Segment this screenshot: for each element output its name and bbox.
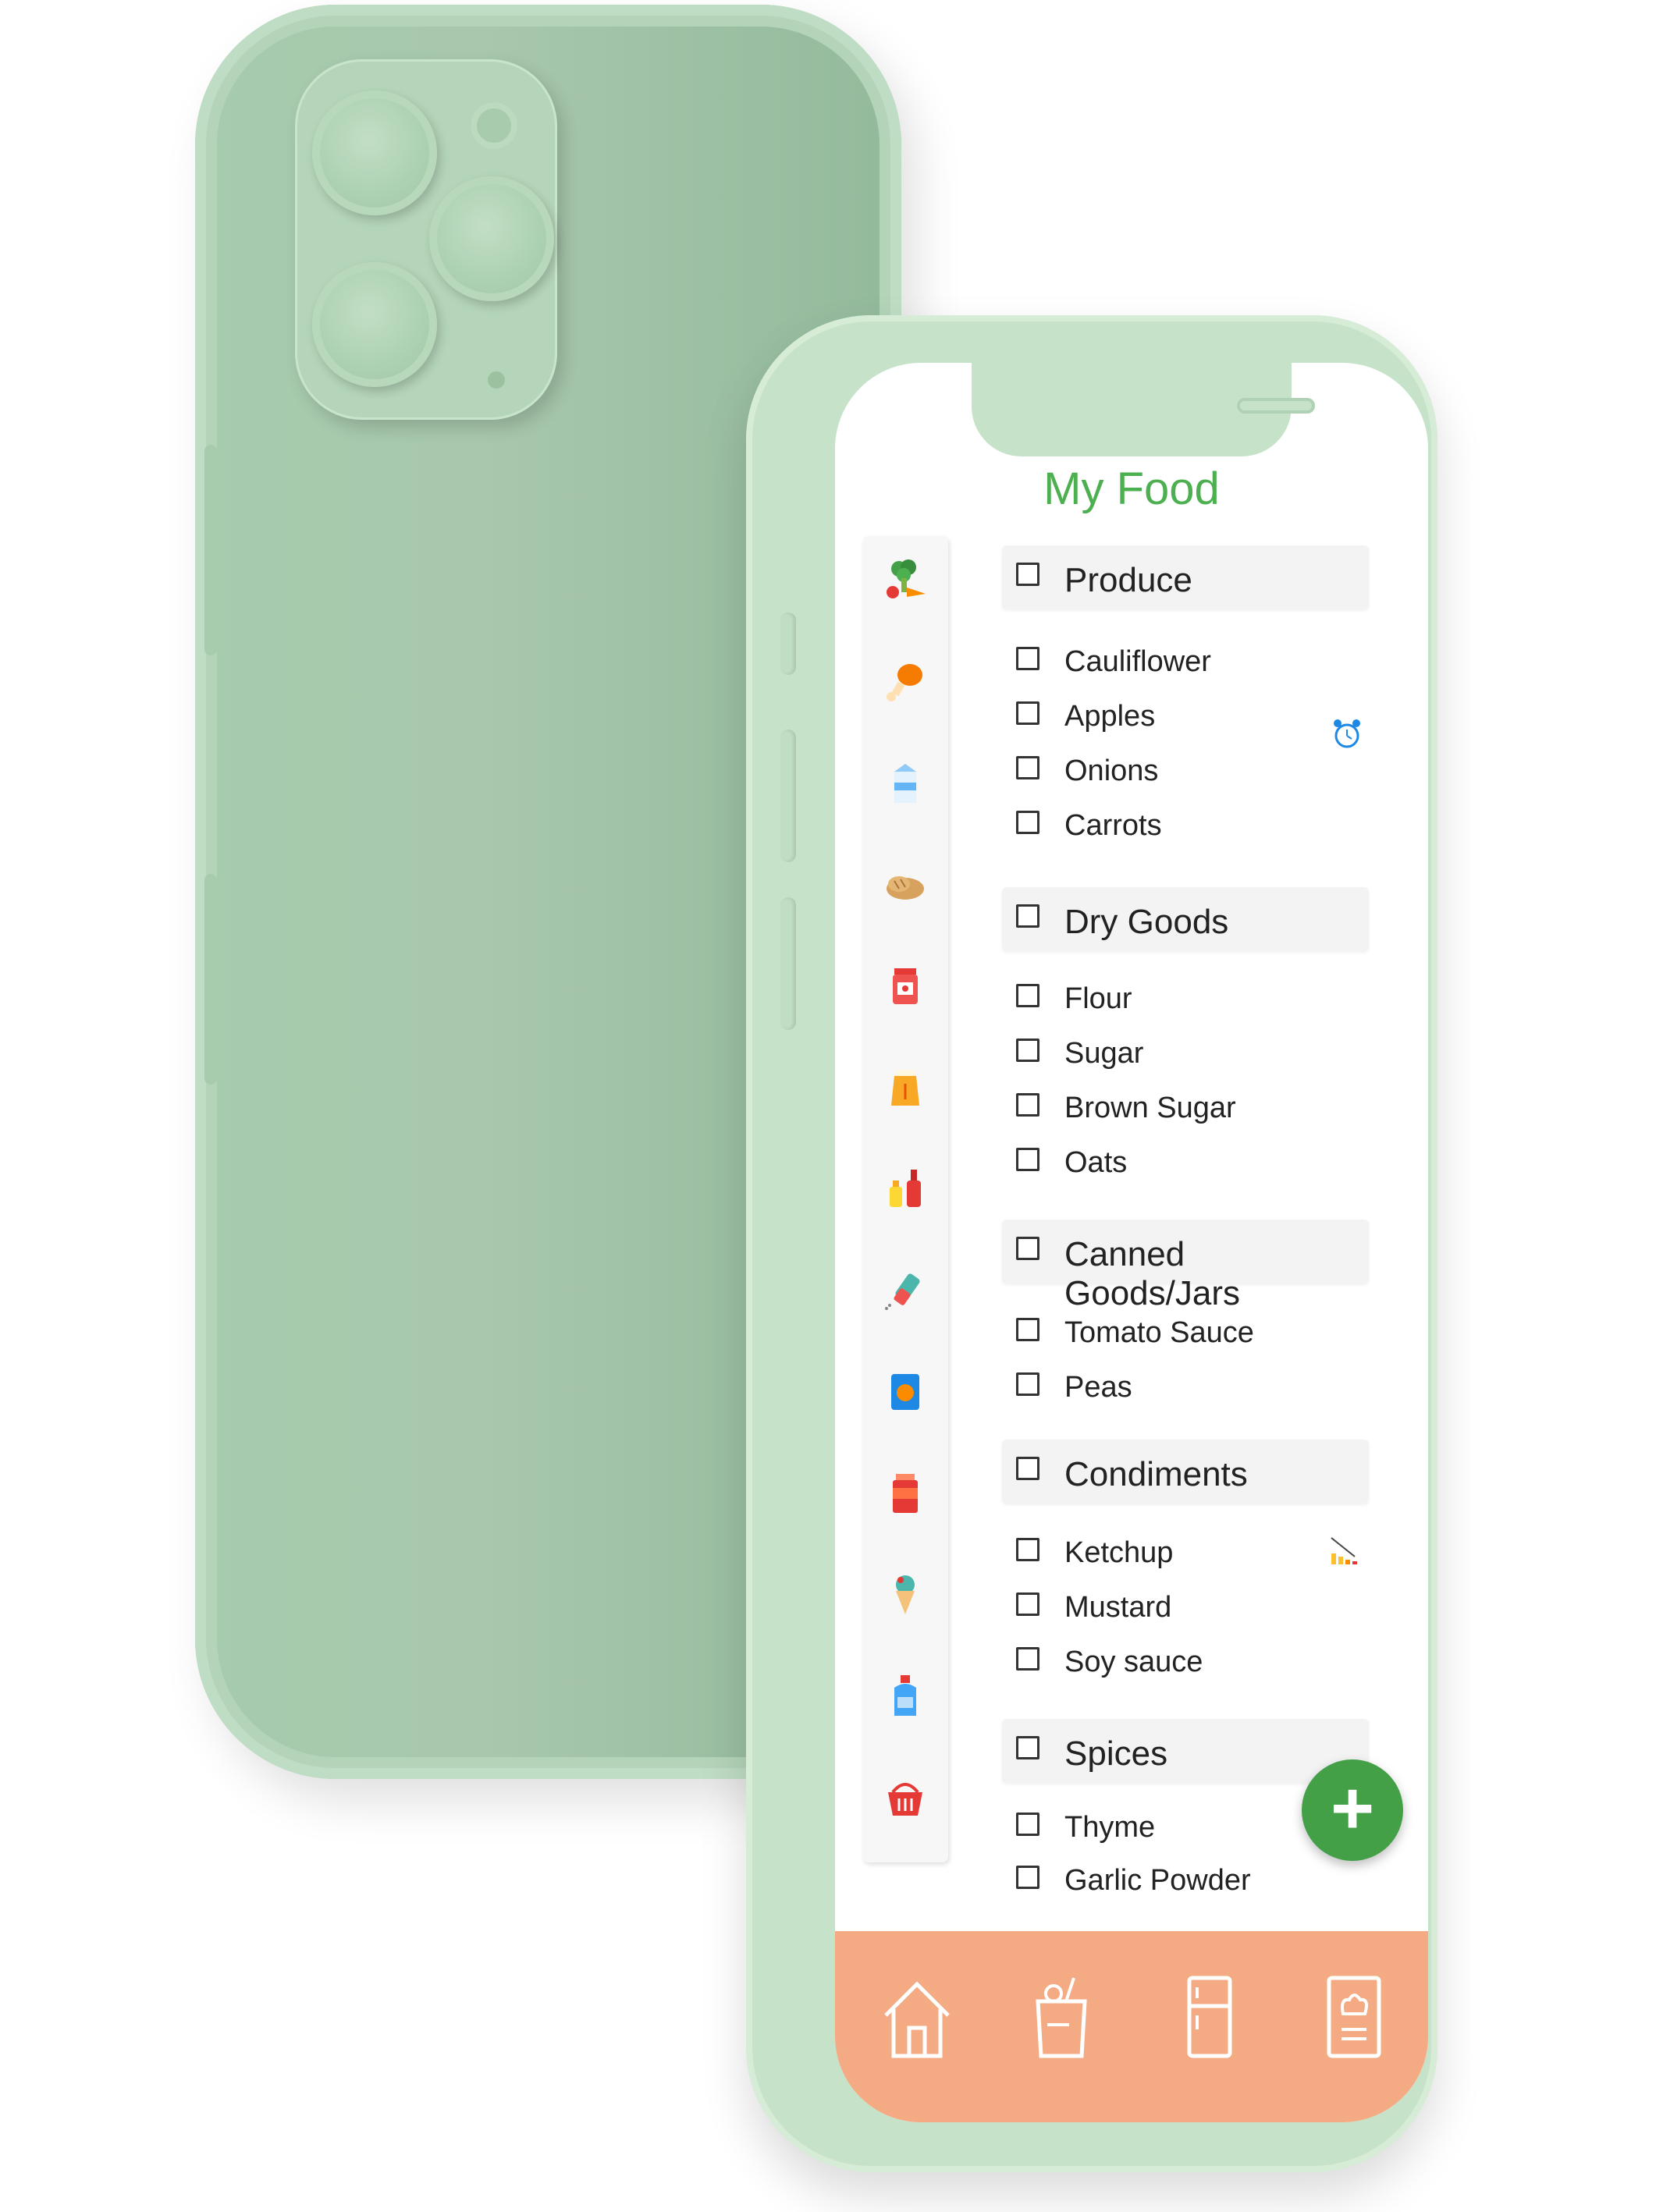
flash-icon — [471, 102, 517, 149]
item-label: Apples — [1064, 700, 1156, 733]
item-checkbox[interactable] — [1016, 1866, 1039, 1889]
back-side-button — [204, 445, 217, 655]
canned-food-icon[interactable] — [883, 1471, 927, 1514]
item-checkbox[interactable] — [1016, 1647, 1039, 1671]
list-item[interactable]: Brown Sugar — [1016, 1088, 1359, 1127]
broccoli-carrot-icon[interactable] — [883, 558, 927, 602]
list-item[interactable]: Garlic Powder — [1016, 1861, 1359, 1900]
section-checkbox[interactable] — [1016, 1736, 1039, 1759]
section-header-dry-goods[interactable]: Dry Goods — [1002, 887, 1369, 951]
microphone-hole — [488, 371, 505, 389]
item-checkbox[interactable] — [1016, 1372, 1039, 1396]
section-title: Canned Goods/Jars — [1064, 1235, 1240, 1312]
item-label: Sugar — [1064, 1037, 1144, 1070]
item-label: Thyme — [1064, 1811, 1156, 1844]
bottom-navigation — [835, 1931, 1428, 2122]
list-item[interactable]: Soy sauce — [1016, 1642, 1359, 1681]
section-checkbox[interactable] — [1016, 904, 1039, 928]
list-item[interactable]: Tomato Sauce — [1016, 1313, 1359, 1352]
list-item[interactable]: Carrots — [1016, 806, 1359, 845]
mute-switch — [780, 612, 796, 675]
item-checkbox[interactable] — [1016, 1093, 1039, 1117]
item-label: Brown Sugar — [1064, 1092, 1236, 1124]
section-title: Produce — [1064, 561, 1192, 599]
list-item[interactable]: Mustard — [1016, 1588, 1359, 1627]
camera-lens-icon — [429, 176, 554, 301]
item-label: Garlic Powder — [1064, 1864, 1251, 1897]
item-label: Ketchup — [1064, 1536, 1174, 1569]
phone-screen: My Food Produce Cauliflower Apples Onion… — [835, 363, 1428, 2122]
category-sidebar — [862, 536, 948, 1862]
recipe-book-icon[interactable] — [1315, 1970, 1393, 2064]
chips-bag-icon[interactable] — [883, 1369, 927, 1413]
section-title: Dry Goods — [1064, 903, 1229, 941]
item-label: Mustard — [1064, 1591, 1172, 1624]
section-header-produce[interactable]: Produce — [1002, 545, 1369, 609]
item-checkbox[interactable] — [1016, 1039, 1039, 1062]
item-checkbox[interactable] — [1016, 647, 1039, 670]
low-stock-chart-icon[interactable] — [1328, 1533, 1359, 1568]
list-item[interactable]: Flour — [1016, 979, 1359, 1018]
list-item[interactable]: Apples — [1016, 697, 1359, 736]
section-checkbox[interactable] — [1016, 1457, 1039, 1480]
add-item-button[interactable]: + — [1302, 1759, 1403, 1861]
item-checkbox[interactable] — [1016, 1318, 1039, 1341]
item-checkbox[interactable] — [1016, 701, 1039, 725]
list-item[interactable]: Ketchup — [1016, 1533, 1359, 1572]
item-label: Carrots — [1064, 809, 1162, 842]
condiment-bottles-icon[interactable] — [883, 1166, 927, 1210]
item-checkbox[interactable] — [1016, 1148, 1039, 1171]
item-checkbox[interactable] — [1016, 984, 1039, 1007]
section-header-condiments[interactable]: Condiments — [1002, 1440, 1369, 1504]
item-label: Oats — [1064, 1146, 1128, 1179]
bread-icon[interactable] — [883, 862, 927, 906]
back-side-button — [204, 874, 217, 1085]
list-item[interactable]: Sugar — [1016, 1034, 1359, 1073]
grocery-bag-icon[interactable] — [1022, 1970, 1100, 2064]
section-checkbox[interactable] — [1016, 1237, 1039, 1260]
volume-down-button — [780, 897, 796, 1030]
list-item[interactable]: Onions — [1016, 751, 1359, 790]
section-header-canned-goods[interactable]: Canned Goods/Jars — [1002, 1220, 1369, 1312]
notch — [972, 363, 1315, 456]
item-checkbox[interactable] — [1016, 1813, 1039, 1836]
item-checkbox[interactable] — [1016, 1538, 1039, 1561]
section-title: Condiments — [1064, 1455, 1248, 1493]
item-label: Peas — [1064, 1371, 1132, 1404]
item-label: Onions — [1064, 754, 1159, 787]
speaker-icon — [1237, 398, 1315, 414]
item-checkbox[interactable] — [1016, 811, 1039, 834]
chicken-leg-icon[interactable] — [883, 659, 927, 703]
item-label: Cauliflower — [1064, 645, 1211, 678]
item-label: Flour — [1064, 982, 1132, 1015]
camera-module — [295, 59, 557, 420]
salt-shaker-icon[interactable] — [883, 1268, 927, 1312]
item-label: Tomato Sauce — [1064, 1316, 1254, 1349]
milk-carton-icon[interactable] — [883, 761, 927, 804]
ice-cream-icon[interactable] — [883, 1572, 927, 1616]
home-icon[interactable] — [878, 1970, 956, 2064]
list-item[interactable]: Oats — [1016, 1143, 1359, 1182]
camera-lens-icon — [312, 262, 437, 387]
item-checkbox[interactable] — [1016, 756, 1039, 779]
section-checkbox[interactable] — [1016, 563, 1039, 586]
volume-up-button — [780, 730, 796, 862]
alarm-clock-icon[interactable] — [1331, 717, 1363, 751]
jam-jar-icon[interactable] — [883, 964, 927, 1007]
shopping-basket-icon[interactable] — [883, 1775, 927, 1819]
list-item[interactable]: Peas — [1016, 1368, 1359, 1407]
section-header-spices[interactable]: Spices — [1002, 1719, 1369, 1783]
item-checkbox[interactable] — [1016, 1592, 1039, 1616]
detergent-bottle-icon[interactable] — [883, 1674, 927, 1717]
list-item[interactable]: Cauliflower — [1016, 642, 1359, 681]
section-title: Spices — [1064, 1734, 1168, 1773]
camera-lens-icon — [312, 91, 437, 215]
fridge-icon[interactable] — [1171, 1970, 1249, 2064]
flour-sack-icon[interactable] — [883, 1065, 927, 1109]
item-label: Soy sauce — [1064, 1646, 1203, 1678]
page-title: My Food — [1043, 463, 1220, 514]
